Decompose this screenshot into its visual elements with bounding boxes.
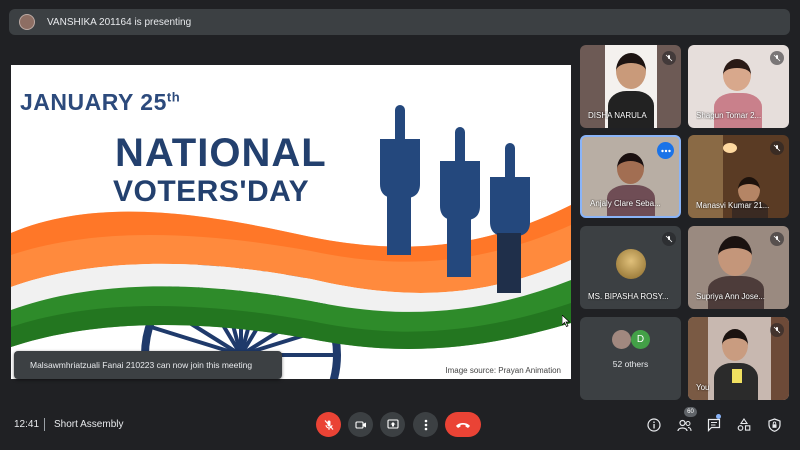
participant-tile-supriya[interactable]: Supriya Ann Jose...: [688, 226, 789, 309]
participant-name: Supriya Ann Jose...: [696, 292, 765, 301]
microphone-toggle-button[interactable]: [316, 412, 341, 437]
chat-icon: [707, 418, 721, 432]
mic-off-icon: [770, 323, 784, 337]
participant-tile-anjaly[interactable]: Anjaly Clare Seba...: [580, 135, 681, 218]
chat-notification-dot: [716, 414, 721, 419]
slide-image-credit: Image source: Prayan Animation: [445, 366, 561, 375]
present-screen-button[interactable]: [380, 412, 405, 437]
participant-avatar-letter: D: [631, 330, 650, 349]
people-count-badge: 60: [684, 407, 697, 417]
mic-off-icon: [770, 141, 784, 155]
participant-name: You: [696, 383, 710, 392]
mouse-cursor-icon: [562, 315, 570, 327]
presentation-screen: JANUARY 25th NATIONAL VOTERS'DAY Image s…: [11, 65, 571, 379]
mic-off-icon: [662, 51, 676, 65]
mic-off-icon: [324, 419, 333, 430]
others-count-label: 52 others: [612, 359, 649, 369]
host-controls-button[interactable]: [764, 415, 784, 435]
participant-name: DISHA NARULA: [588, 111, 647, 120]
mic-off-icon: [770, 232, 784, 246]
mic-off-icon: [662, 232, 676, 246]
participant-tile-manasvi[interactable]: Manasvi Kumar 21...: [688, 135, 789, 218]
participant-avatar: [612, 330, 631, 349]
meeting-details-button[interactable]: [644, 415, 664, 435]
participant-tile-shagun[interactable]: Shagun Tomar 2...: [688, 45, 789, 128]
more-options-icon[interactable]: [657, 142, 674, 159]
others-tile[interactable]: D 52 others: [580, 317, 681, 400]
toast-text: Malsawmhriatzuali Fanai 210223 can now j…: [30, 360, 253, 370]
camera-icon: [354, 420, 366, 429]
bottom-control-bar: 12:41 Short Assembly: [0, 400, 800, 450]
activities-button[interactable]: [734, 415, 754, 435]
people-icon: [676, 419, 691, 431]
participant-name: Manasvi Kumar 21...: [696, 201, 770, 210]
participant-name: Anjaly Clare Seba...: [590, 199, 661, 208]
participant-tile-bipasha[interactable]: MS. BIPASHA ROSY...: [580, 226, 681, 309]
chat-button[interactable]: [704, 415, 724, 435]
self-tile[interactable]: You: [688, 317, 789, 400]
participant-tile-disha[interactable]: DISHA NARULA: [580, 45, 681, 128]
join-notification-toast: Malsawmhriatzuali Fanai 210223 can now j…: [14, 351, 282, 379]
more-vert-icon: [424, 419, 427, 430]
mic-off-icon: [770, 51, 784, 65]
people-button[interactable]: [674, 415, 694, 435]
camera-toggle-button[interactable]: [348, 412, 373, 437]
end-call-icon: [456, 422, 470, 428]
clock-time: 12:41: [14, 419, 40, 430]
divider: [44, 418, 45, 431]
activities-icon: [737, 418, 751, 431]
leave-call-button[interactable]: [445, 412, 481, 437]
participant-avatar: [616, 249, 646, 279]
slide-date: JANUARY 25th: [20, 89, 181, 115]
info-icon: [647, 418, 661, 432]
presenter-avatar: [19, 14, 35, 30]
more-options-button[interactable]: [413, 412, 438, 437]
slide-title-line2: VOTERS'DAY: [113, 175, 310, 208]
presenter-banner: VANSHIKA 201164 is presenting: [9, 9, 790, 35]
participant-name: Shagun Tomar 2...: [696, 111, 762, 120]
presenter-banner-text: VANSHIKA 201164 is presenting: [47, 16, 192, 28]
meeting-title: Short Assembly: [54, 419, 124, 430]
slide-title-line1: NATIONAL: [115, 131, 327, 175]
participant-name: MS. BIPASHA ROSY...: [588, 292, 669, 301]
shield-lock-icon: [767, 418, 781, 432]
present-screen-icon: [386, 419, 399, 429]
